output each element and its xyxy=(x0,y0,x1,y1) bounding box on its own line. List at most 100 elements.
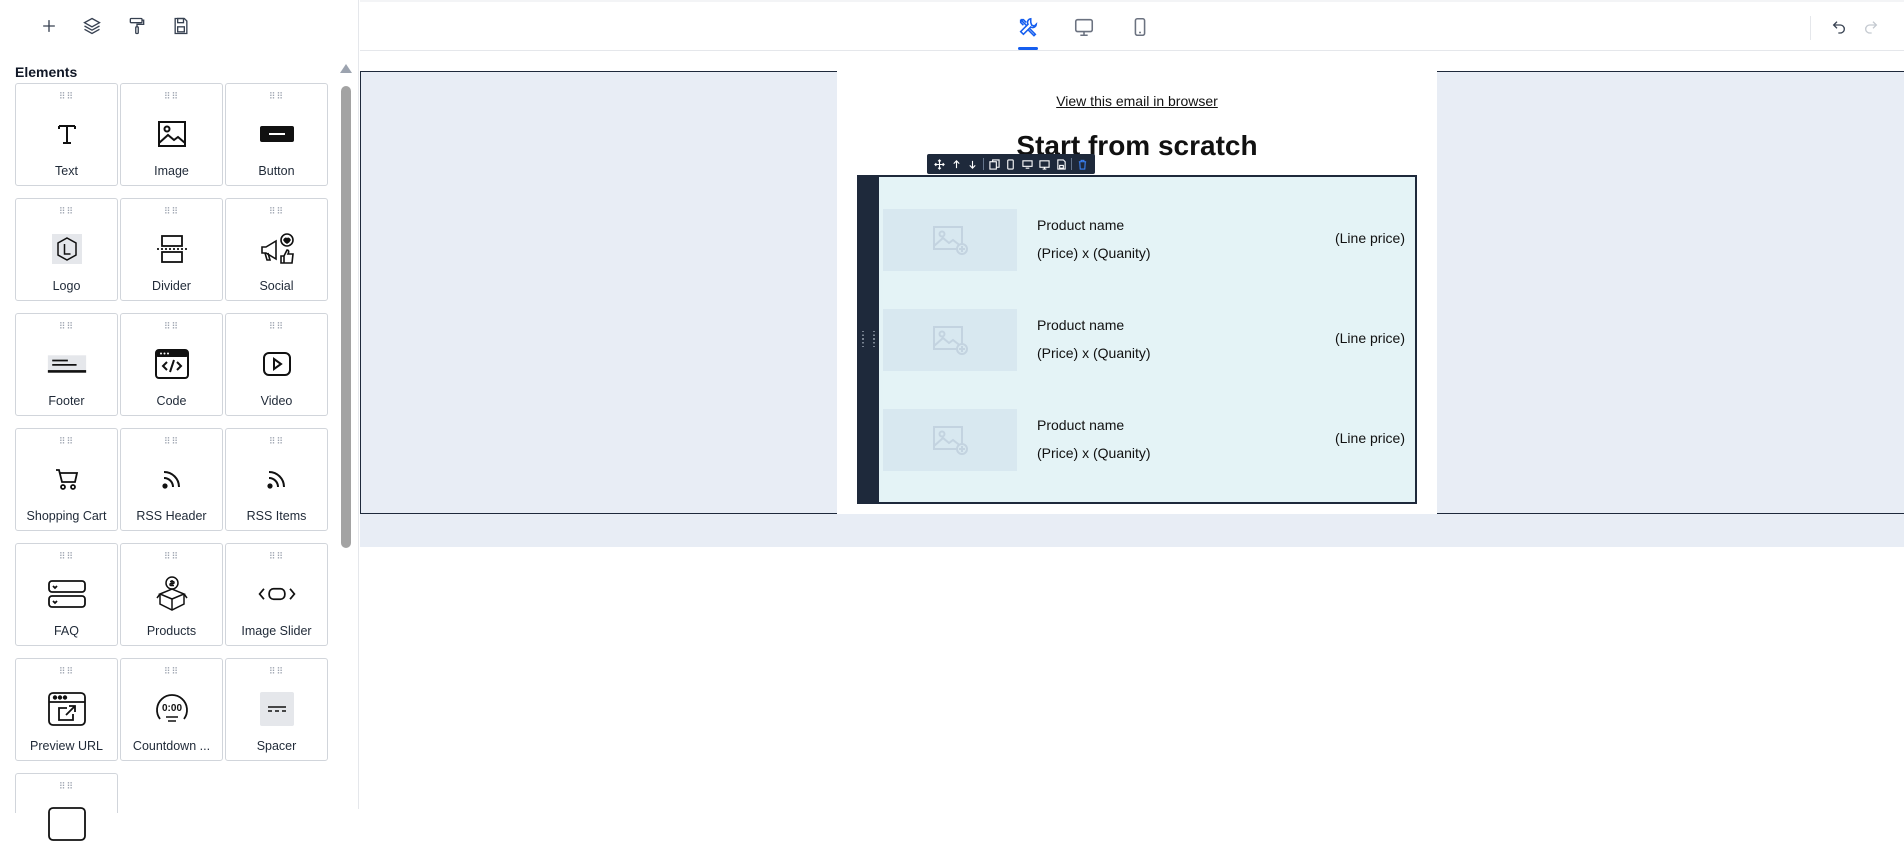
element-products[interactable]: ⠿⠿ Products xyxy=(120,543,223,646)
social-icon xyxy=(260,233,294,264)
block-drag-handle[interactable]: ⋮⋮ ⋮⋮ ⋮⋮ xyxy=(858,177,879,502)
drag-grip-icon: ⠿⠿ xyxy=(58,206,75,216)
element-label: Social xyxy=(259,279,294,293)
undo-button[interactable] xyxy=(1828,16,1850,38)
redo-button[interactable] xyxy=(1860,16,1882,38)
element-shopping-cart[interactable]: ⠿⠿ Shopping Cart xyxy=(15,428,118,531)
move-down-button[interactable] xyxy=(964,154,981,174)
cart-item-row[interactable]: Product name (Price) x (Quanity) (Line p… xyxy=(883,309,1413,371)
toolbar-divider xyxy=(1810,16,1811,40)
save-block-button[interactable] xyxy=(1053,154,1070,174)
drag-grip-icon: ⠿⠿ xyxy=(58,551,75,561)
divider-icon xyxy=(156,235,187,263)
monitor-icon xyxy=(1039,159,1050,170)
element-image-slider[interactable]: ⠿⠿ Image Slider xyxy=(225,543,328,646)
element-countdown[interactable]: ⠿⠿ 0:00 Countdown ... xyxy=(120,658,223,761)
element-label: Button xyxy=(258,164,295,178)
move-icon xyxy=(933,158,945,170)
drag-grip-icon: ⠿⠿ xyxy=(58,91,75,101)
element-footer[interactable]: ⠿⠿ Footer xyxy=(15,313,118,416)
desktop-visibility-button[interactable] xyxy=(1019,154,1036,174)
element-faq[interactable]: ⠿⠿ FAQ xyxy=(15,543,118,646)
line-price: (Line price) xyxy=(1334,330,1405,346)
element-label: Products xyxy=(146,624,197,638)
element-spacer[interactable]: ⠿⠿ Spacer xyxy=(225,658,328,761)
line-price: (Line price) xyxy=(1334,230,1405,246)
arrow-down-icon xyxy=(969,160,976,169)
element-rss-items[interactable]: ⠿⠿ RSS Items xyxy=(225,428,328,531)
drag-grip-icon: ⠿⠿ xyxy=(268,551,285,561)
element-partial[interactable]: ⠿⠿ xyxy=(15,773,118,841)
product-image-placeholder xyxy=(883,309,1017,371)
arrow-up-icon xyxy=(952,159,960,168)
drag-grip-icon: ⠿⠿ xyxy=(268,321,285,331)
rss-icon xyxy=(266,471,285,489)
svg-text:0:00: 0:00 xyxy=(161,703,181,714)
shopping-cart-icon xyxy=(55,469,78,490)
element-social[interactable]: ⠿⠿ Social xyxy=(225,198,328,301)
spacer-icon xyxy=(259,692,294,726)
element-label: Countdown ... xyxy=(132,739,211,753)
styles-button[interactable] xyxy=(124,13,150,39)
move-button[interactable] xyxy=(931,154,948,174)
element-label: Text xyxy=(55,164,78,178)
drag-grip-icon: ⠿⠿ xyxy=(268,91,285,101)
product-image-placeholder xyxy=(883,409,1017,471)
drag-grip-icon: ⠿⠿ xyxy=(163,436,180,446)
drag-grip-icon: ⠿⠿ xyxy=(268,206,285,216)
element-label: Image xyxy=(154,164,189,178)
move-up-button[interactable] xyxy=(948,154,965,174)
scrollbar-thumb[interactable] xyxy=(341,86,351,548)
cart-item-row[interactable]: Product name (Price) x (Quanity) (Line p… xyxy=(883,409,1413,471)
element-video[interactable]: ⠿⠿ Video xyxy=(225,313,328,416)
editor-topbar xyxy=(360,0,1904,51)
trash-icon xyxy=(1078,159,1087,170)
duplicate-button[interactable] xyxy=(986,154,1003,174)
cart-item-row[interactable]: Product name (Price) x (Quanity) (Line p… xyxy=(883,209,1413,271)
plus-icon xyxy=(43,20,55,32)
design-view-button[interactable] xyxy=(1015,14,1041,40)
desktop-view-button[interactable] xyxy=(1071,14,1097,40)
drag-grip-icon: ⠿⠿ xyxy=(268,666,285,676)
shopping-cart-block[interactable]: ⋮⋮ ⋮⋮ ⋮⋮ Product name (Price) x (Quanity) … xyxy=(857,175,1417,504)
delete-button[interactable] xyxy=(1074,154,1091,174)
active-view-indicator xyxy=(1018,47,1038,50)
image-placeholder-icon xyxy=(933,326,968,355)
view-in-browser-link[interactable]: View this email in browser xyxy=(837,93,1437,109)
element-image[interactable]: ⠿⠿ Image xyxy=(120,83,223,186)
element-rss-header[interactable]: ⠿⠿ RSS Header xyxy=(120,428,223,531)
display-visibility-button[interactable] xyxy=(1036,154,1053,174)
block-toolbar xyxy=(927,154,1095,174)
product-price-quantity: (Price) x (Quanity) xyxy=(1037,245,1151,261)
element-code[interactable]: ⠿⠿ Code xyxy=(120,313,223,416)
drag-grip-icon: ⠿⠿ xyxy=(268,436,285,446)
element-label: Code xyxy=(156,394,187,408)
element-label: Shopping Cart xyxy=(26,509,107,523)
add-button[interactable] xyxy=(36,13,62,39)
undo-icon xyxy=(1832,21,1845,34)
drag-grip-icon: ⠿⠿ xyxy=(58,321,75,331)
element-preview-url[interactable]: ⠿⠿ Preview URL xyxy=(15,658,118,761)
save-button[interactable] xyxy=(168,13,194,39)
faq-icon xyxy=(47,580,86,608)
mobile-icon xyxy=(1134,17,1146,37)
scroll-up-arrow-icon[interactable] xyxy=(340,64,352,73)
element-text[interactable]: ⠿⠿ Text xyxy=(15,83,118,186)
product-name: Product name xyxy=(1037,217,1125,233)
drag-grip-icon: ⠿⠿ xyxy=(58,781,75,791)
element-divider[interactable]: ⠿⠿ Divider xyxy=(120,198,223,301)
mobile-view-button[interactable] xyxy=(1127,14,1153,40)
element-label: Image Slider xyxy=(241,624,312,638)
sidebar-scrollbar[interactable] xyxy=(340,64,352,809)
elements-sidebar: Elements ⠿⠿ Text ⠿⠿ Image ⠿⠿ Button ⠿⠿ L… xyxy=(0,0,359,841)
mobile-visibility-button[interactable] xyxy=(1003,154,1020,174)
product-price-quantity: (Price) x (Quanity) xyxy=(1037,345,1151,361)
image-icon xyxy=(157,121,186,147)
layers-button[interactable] xyxy=(79,13,105,39)
element-logo[interactable]: ⠿⠿ Logo xyxy=(15,198,118,301)
element-button[interactable]: ⠿⠿ Button xyxy=(225,83,328,186)
line-price: (Line price) xyxy=(1334,430,1405,446)
element-label: RSS Items xyxy=(246,509,307,523)
button-icon xyxy=(259,126,294,142)
email-canvas[interactable]: View this email in browser Start from sc… xyxy=(360,71,1904,547)
